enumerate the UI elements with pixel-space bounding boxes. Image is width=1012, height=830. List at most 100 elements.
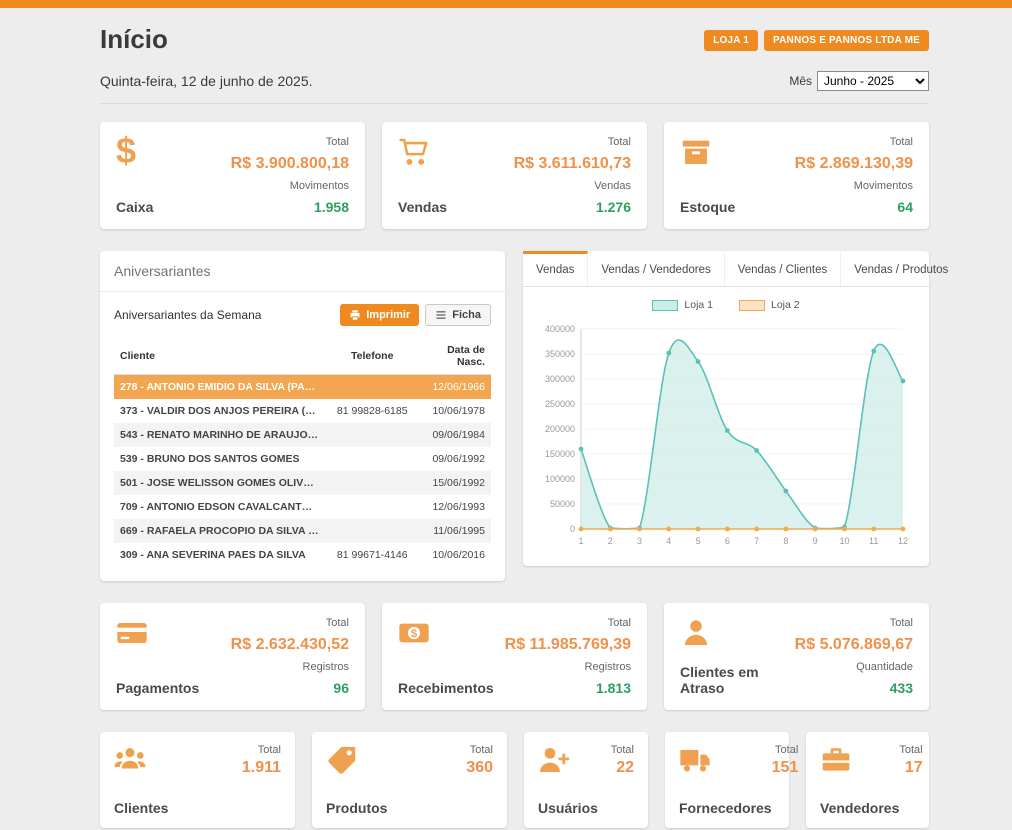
dashboard: Início LOJA 1 PANNOS E PANNOS LTDA ME Qu…: [100, 8, 929, 828]
registros-label: Registros: [585, 661, 631, 673]
vendas-label: Vendas: [398, 199, 447, 215]
data-nasc-cell: 10/06/1978: [419, 399, 491, 423]
data-nasc-cell: 10/06/2016: [419, 543, 491, 567]
caixa-card: $ Caixa Total R$ 3.900.800,18 Movimentos…: [100, 122, 365, 229]
telefone-cell: [325, 447, 419, 471]
caixa-count-value: 1.958: [314, 199, 349, 215]
svg-text:7: 7: [754, 536, 759, 546]
total-label: Total: [608, 617, 631, 629]
telefone-cell: [325, 423, 419, 447]
top-cards-row: $ Caixa Total R$ 3.900.800,18 Movimentos…: [100, 122, 929, 229]
legend-swatch: [739, 300, 765, 311]
birthday-row[interactable]: 278 - ANTONIO EMIDIO DA SILVA (PALE... 1…: [114, 375, 491, 400]
imprimir-button[interactable]: Imprimir: [340, 304, 419, 326]
pagamentos-count-value: 96: [333, 680, 349, 696]
usuarios-label: Usuários: [538, 800, 598, 816]
tab-vendas[interactable]: Vendas: [523, 251, 588, 286]
fornecedores-label: Fornecedores: [679, 800, 772, 816]
clientes-atraso-count-value: 433: [890, 680, 913, 696]
caixa-label: Caixa: [116, 199, 153, 215]
svg-text:150000: 150000: [545, 449, 575, 459]
data-nasc-cell: 15/06/1992: [419, 471, 491, 495]
tab-vendas-clientes[interactable]: Vendas / Clientes: [725, 251, 842, 286]
page-header: Início LOJA 1 PANNOS E PANNOS LTDA ME: [100, 8, 929, 55]
ficha-button[interactable]: Ficha: [425, 304, 491, 326]
total-label: Total: [326, 136, 349, 148]
data-nasc-cell: 12/06/1966: [419, 375, 491, 400]
svg-text:12: 12: [898, 536, 908, 546]
legend-label: Loja 1: [684, 299, 713, 311]
cliente-cell: 373 - VALDIR DOS ANJOS PEREIRA (AN...: [114, 399, 325, 423]
company-button[interactable]: PANNOS E PANNOS LTDA ME: [764, 30, 929, 51]
date-row: Quinta-feira, 12 de junho de 2025. Mês J…: [100, 71, 929, 104]
caixa-total-value: R$ 3.900.800,18: [231, 155, 349, 173]
svg-text:5: 5: [696, 536, 701, 546]
total-label: Total: [470, 744, 493, 756]
svg-text:3: 3: [637, 536, 642, 546]
usuarios-card: Usuários Total 22: [524, 732, 648, 828]
birthday-row[interactable]: 309 - ANA SEVERINA PAES DA SILVA 81 9967…: [114, 543, 491, 567]
birthday-row[interactable]: 373 - VALDIR DOS ANJOS PEREIRA (AN... 81…: [114, 399, 491, 423]
pagamentos-label: Pagamentos: [116, 680, 199, 696]
svg-text:0: 0: [570, 524, 575, 534]
legend-item-loja2[interactable]: Loja 2: [739, 299, 800, 311]
fornecedores-total-value: 151: [772, 759, 799, 777]
quantidade-label: Quantidade: [856, 661, 913, 673]
tab-vendas-vendedores[interactable]: Vendas / Vendedores: [588, 251, 724, 286]
month-picker: Mês Junho - 2025: [789, 71, 929, 91]
data-nasc-cell: 09/06/1984: [419, 423, 491, 447]
birthdays-table: Cliente Telefone Data de Nasc. 278 - ANT…: [114, 338, 491, 567]
telefone-cell: [325, 471, 419, 495]
cliente-cell: 309 - ANA SEVERINA PAES DA SILVA: [114, 543, 325, 567]
total-label: Total: [775, 744, 798, 756]
total-label: Total: [890, 617, 913, 629]
svg-text:10: 10: [839, 536, 849, 546]
clientes-atraso-card: Clientes em Atraso Total R$ 5.076.869,67…: [664, 603, 929, 710]
vendas-panel: Vendas Vendas / Vendedores Vendas / Clie…: [523, 251, 929, 566]
truck-icon: [679, 744, 772, 776]
person-icon: [680, 617, 795, 649]
header-buttons: LOJA 1 PANNOS E PANNOS LTDA ME: [704, 30, 929, 51]
birthday-row[interactable]: 539 - BRUNO DOS SANTOS GOMES 09/06/1992: [114, 447, 491, 471]
cliente-cell: 539 - BRUNO DOS SANTOS GOMES: [114, 447, 325, 471]
clientes-total-value: 1.911: [242, 759, 281, 777]
birthday-row[interactable]: 543 - RENATO MARINHO DE ARAUJO (F... 09/…: [114, 423, 491, 447]
total-label: Total: [899, 744, 922, 756]
registros-label: Registros: [303, 661, 349, 673]
svg-text:9: 9: [813, 536, 818, 546]
birthday-row[interactable]: 501 - JOSE WELISSON GOMES OLIVEIR... 15/…: [114, 471, 491, 495]
legend-item-loja1[interactable]: Loja 1: [652, 299, 713, 311]
store-button[interactable]: LOJA 1: [704, 30, 758, 51]
birthday-row[interactable]: 669 - RAFAELA PROCOPIO DA SILVA CA... 11…: [114, 519, 491, 543]
chart-area: Loja 1 Loja 2 05000010000015000020000025…: [523, 287, 929, 566]
cliente-cell: 543 - RENATO MARINHO DE ARAUJO (F...: [114, 423, 325, 447]
briefcase-icon: [820, 744, 899, 776]
cliente-cell: 709 - ANTONIO EDSON CAVALCANTE D...: [114, 495, 325, 519]
tab-vendas-produtos[interactable]: Vendas / Produtos: [841, 251, 962, 286]
imprimir-label: Imprimir: [366, 309, 410, 321]
clientes-card: Clientes Total 1.911: [100, 732, 295, 828]
telefone-cell: [325, 375, 419, 400]
svg-text:1: 1: [578, 536, 583, 546]
recebimentos-total-value: R$ 11.985.769,39: [505, 636, 631, 654]
svg-text:2: 2: [608, 536, 613, 546]
svg-text:300000: 300000: [545, 374, 575, 384]
user-plus-icon: [538, 744, 598, 776]
list-icon: [435, 309, 447, 321]
month-select[interactable]: Junho - 2025: [817, 71, 929, 91]
fornecedores-card: Fornecedores Total 151: [665, 732, 789, 828]
total-label: Total: [258, 744, 281, 756]
movimentos-label: Movimentos: [854, 180, 913, 192]
svg-text:50000: 50000: [550, 499, 575, 509]
month-label: Mês: [789, 74, 812, 88]
middle-panels: Aniversariantes Aniversariantes da Seman…: [100, 251, 929, 581]
vendedores-label: Vendedores: [820, 800, 899, 816]
vendedores-total-value: 17: [905, 759, 923, 777]
birthday-row[interactable]: 709 - ANTONIO EDSON CAVALCANTE D... 12/0…: [114, 495, 491, 519]
legend-label: Loja 2: [771, 299, 800, 311]
vendedores-card: Vendedores Total 17: [806, 732, 929, 828]
cliente-cell: 501 - JOSE WELISSON GOMES OLIVEIR...: [114, 471, 325, 495]
total-label: Total: [611, 744, 634, 756]
pagamentos-card: Pagamentos Total R$ 2.632.430,52 Registr…: [100, 603, 365, 710]
telefone-cell: 81 99671-4146: [325, 543, 419, 567]
